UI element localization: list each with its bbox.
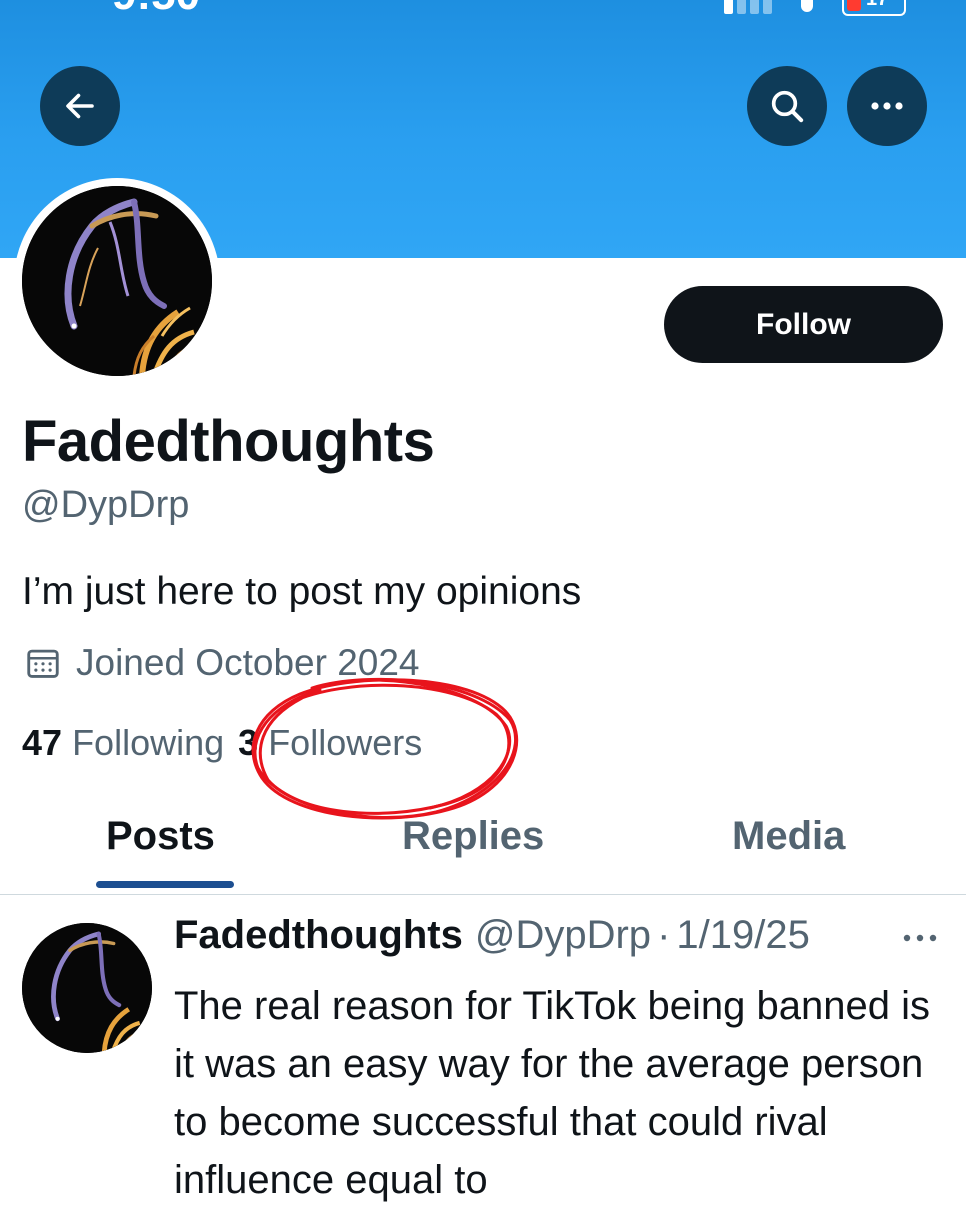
profile-avatar[interactable] [14, 178, 220, 384]
post-header: Fadedthoughts @DypDrp · 1/19/25 [174, 913, 810, 958]
more-options-button[interactable] [847, 66, 927, 146]
joined-label: Joined October 2024 [76, 642, 420, 683]
wifi-icon [792, 0, 822, 14]
status-icons: 17 [724, 0, 906, 16]
tab-replies[interactable]: Replies [402, 814, 544, 859]
post-text: The real reason for TikTok being banned … [174, 984, 930, 1202]
profile-stats: 47 Following 3 Followers [22, 722, 422, 764]
following-link[interactable]: 47 Following [22, 722, 224, 764]
profile-display-name: Fadedthoughts [22, 409, 435, 474]
following-count: 47 [22, 722, 63, 763]
tab-posts[interactable]: Posts [106, 814, 215, 859]
back-button[interactable] [40, 66, 120, 146]
profile-handle: @DypDrp [22, 484, 190, 526]
arrow-left-icon [66, 93, 94, 119]
post-author-name[interactable]: Fadedthoughts [174, 913, 463, 958]
battery-icon: 17 [842, 0, 906, 16]
post-avatar[interactable] [22, 923, 152, 1053]
profile-bio: I’m just here to post my opinions [22, 570, 582, 613]
search-icon [771, 90, 804, 123]
battery-level: 17 [866, 0, 888, 11]
followers-label: Followers [268, 722, 423, 763]
more-horizontal-icon [871, 102, 903, 110]
followers-link[interactable]: 3 Followers [238, 722, 422, 764]
post-author-handle[interactable]: @DypDrp [475, 913, 651, 958]
active-tab-indicator [96, 881, 234, 888]
status-time: 9:50 [112, 0, 200, 20]
joined-date: Joined October 2024 [24, 642, 420, 684]
post-separator: · [657, 913, 671, 957]
post-date[interactable]: 1/19/25 [676, 913, 809, 958]
avatar-artwork [22, 186, 212, 376]
calendar-icon [27, 649, 59, 678]
cellular-signal-icon [724, 0, 772, 14]
following-label: Following [72, 722, 225, 763]
follow-button[interactable]: Follow [664, 286, 943, 363]
search-button[interactable] [747, 66, 827, 146]
followers-count: 3 [238, 722, 259, 763]
tab-media[interactable]: Media [732, 814, 845, 859]
avatar-artwork [22, 923, 152, 1053]
more-horizontal-icon[interactable] [900, 931, 940, 945]
post-item[interactable]: Fadedthoughts @DypDrp · 1/19/25 The real… [0, 895, 966, 1202]
